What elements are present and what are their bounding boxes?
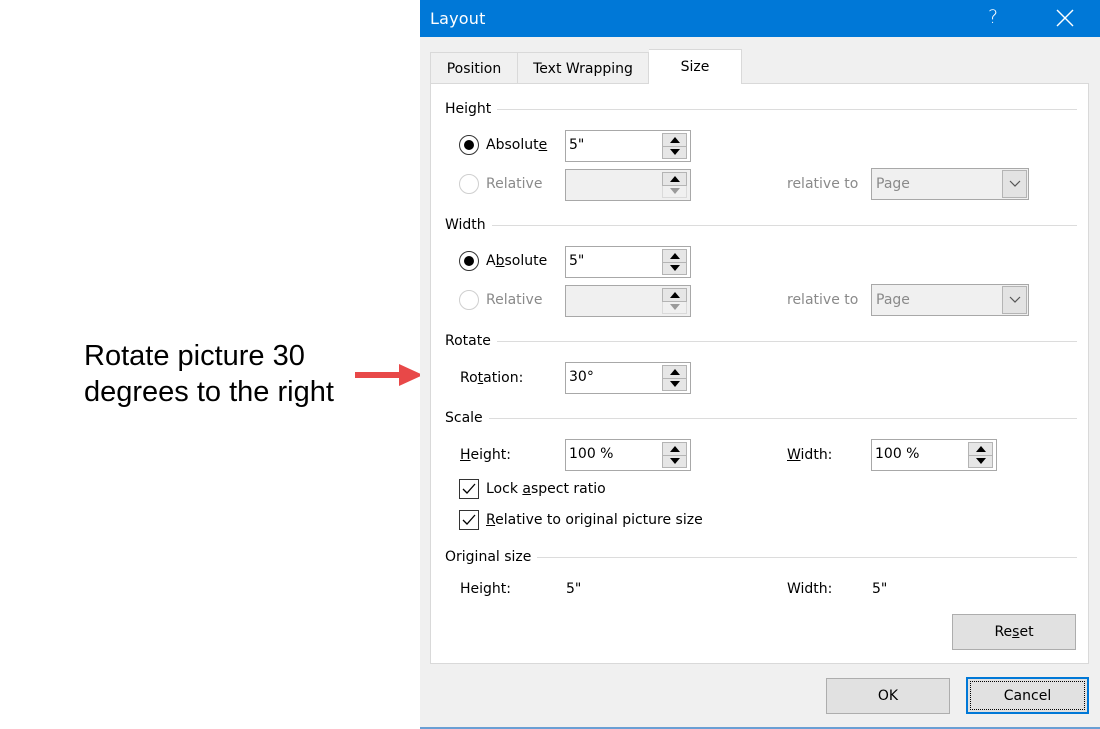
scale-height-value[interactable]: 100 %: [569, 446, 613, 462]
title-bar: Layout ?: [420, 0, 1100, 37]
close-icon[interactable]: [1053, 6, 1077, 30]
cancel-button[interactable]: Cancel: [966, 677, 1089, 714]
spin-up-button[interactable]: [662, 133, 687, 147]
width-section-label: Width: [445, 217, 486, 233]
height-section-label: Height: [445, 101, 492, 117]
spin-down-button[interactable]: [662, 262, 687, 275]
spin-down-button[interactable]: [662, 378, 687, 391]
height-relative-to-label: relative to: [787, 176, 859, 192]
scale-height-input[interactable]: 100 %: [565, 439, 691, 471]
relative-original-size-label: Relative to original picture size: [486, 512, 703, 528]
ok-label: OK: [877, 688, 899, 704]
original-size-section-label: Original size: [445, 549, 532, 565]
width-relative-radio[interactable]: Relative: [459, 290, 542, 310]
spin-down-button[interactable]: [662, 185, 687, 198]
divider: [537, 556, 1077, 558]
spin-down-button[interactable]: [662, 455, 687, 468]
original-height-value: 5": [566, 581, 582, 597]
rotate-section-label: Rotate: [445, 333, 491, 349]
tab-size[interactable]: Size: [649, 49, 742, 84]
reset-button[interactable]: Reset: [952, 614, 1076, 650]
scale-width-label: Width:: [787, 447, 833, 463]
original-size-section-title: Original size: [445, 549, 1077, 565]
scale-width-value[interactable]: 100 %: [875, 446, 919, 462]
width-relative-input[interactable]: [565, 285, 691, 317]
height-absolute-input[interactable]: 5": [565, 130, 691, 162]
height-relative-to-value: Page: [876, 176, 910, 192]
ok-button[interactable]: OK: [826, 678, 950, 714]
height-absolute-radio[interactable]: Absolute: [459, 135, 547, 155]
rotate-section-title: Rotate: [445, 333, 1077, 349]
checkmark-icon[interactable]: [459, 479, 479, 499]
size-panel: Height Absolute 5" Relative relative to …: [430, 83, 1089, 664]
height-relative-radio[interactable]: Relative: [459, 174, 542, 194]
spin-up-button[interactable]: [662, 249, 687, 263]
height-relative-to-select[interactable]: Page: [871, 168, 1029, 200]
scale-height-label: Height:: [460, 447, 511, 463]
spin-down-button[interactable]: [662, 146, 687, 159]
annotation-text: Rotate picture 30 degrees to the right: [84, 340, 334, 408]
tab-text-wrapping[interactable]: Text Wrapping: [518, 52, 649, 85]
width-section-title: Width: [445, 217, 1077, 233]
radio-selected-icon[interactable]: [459, 251, 479, 271]
original-width-label: Width:: [787, 581, 833, 597]
reset-label: Reset: [994, 624, 1034, 640]
scale-section-title: Scale: [445, 410, 1077, 426]
width-absolute-input[interactable]: 5": [565, 246, 691, 278]
scale-width-input[interactable]: 100 %: [871, 439, 997, 471]
relative-original-size-checkbox[interactable]: Relative to original picture size: [459, 510, 703, 530]
divider: [497, 108, 1077, 110]
height-absolute-value[interactable]: 5": [569, 137, 584, 153]
width-relative-to-label: relative to: [787, 292, 859, 308]
width-absolute-label: Absolute: [486, 253, 548, 269]
lock-aspect-ratio-checkbox[interactable]: Lock aspect ratio: [459, 479, 606, 499]
radio-unselected-icon[interactable]: [459, 290, 479, 310]
chevron-down-icon[interactable]: [1002, 286, 1027, 314]
spin-up-button[interactable]: [662, 172, 687, 186]
chevron-down-icon[interactable]: [1002, 170, 1027, 198]
tab-position[interactable]: Position: [430, 52, 518, 85]
rotation-input[interactable]: 30°: [565, 362, 691, 394]
divider: [488, 417, 1077, 419]
scale-section-label: Scale: [445, 410, 483, 426]
lock-aspect-ratio-label: Lock aspect ratio: [486, 481, 606, 497]
focus-rect: [970, 681, 1085, 710]
height-section-title: Height: [445, 101, 1077, 117]
spin-up-button[interactable]: [968, 442, 993, 456]
width-absolute-value[interactable]: 5": [569, 253, 584, 269]
divider: [496, 340, 1077, 342]
height-relative-label: Relative: [486, 176, 543, 192]
width-relative-to-value: Page: [876, 292, 910, 308]
annotation-arrow-icon: [355, 364, 423, 386]
original-width-value: 5": [872, 581, 888, 597]
spin-down-button[interactable]: [968, 455, 993, 468]
checkmark-icon[interactable]: [459, 510, 479, 530]
divider: [491, 224, 1077, 226]
height-relative-input[interactable]: [565, 169, 691, 201]
radio-unselected-icon[interactable]: [459, 174, 479, 194]
width-relative-label: Relative: [486, 292, 543, 308]
width-absolute-radio[interactable]: Absolute: [459, 251, 547, 271]
radio-selected-icon[interactable]: [459, 135, 479, 155]
spin-up-button[interactable]: [662, 365, 687, 379]
spin-up-button[interactable]: [662, 442, 687, 456]
help-button[interactable]: ?: [988, 6, 998, 28]
height-absolute-label: Absolute: [486, 137, 548, 153]
layout-dialog: Layout ? Position Text Wrapping Size Hei…: [420, 0, 1100, 729]
rotation-value[interactable]: 30°: [569, 369, 594, 385]
spin-down-button[interactable]: [662, 301, 687, 314]
dialog-title: Layout: [430, 9, 486, 28]
width-relative-to-select[interactable]: Page: [871, 284, 1029, 316]
rotation-label: Rotation:: [460, 370, 524, 386]
tab-bar: Position Text Wrapping Size: [430, 49, 742, 85]
spin-up-button[interactable]: [662, 288, 687, 302]
original-height-label: Height:: [460, 581, 511, 597]
